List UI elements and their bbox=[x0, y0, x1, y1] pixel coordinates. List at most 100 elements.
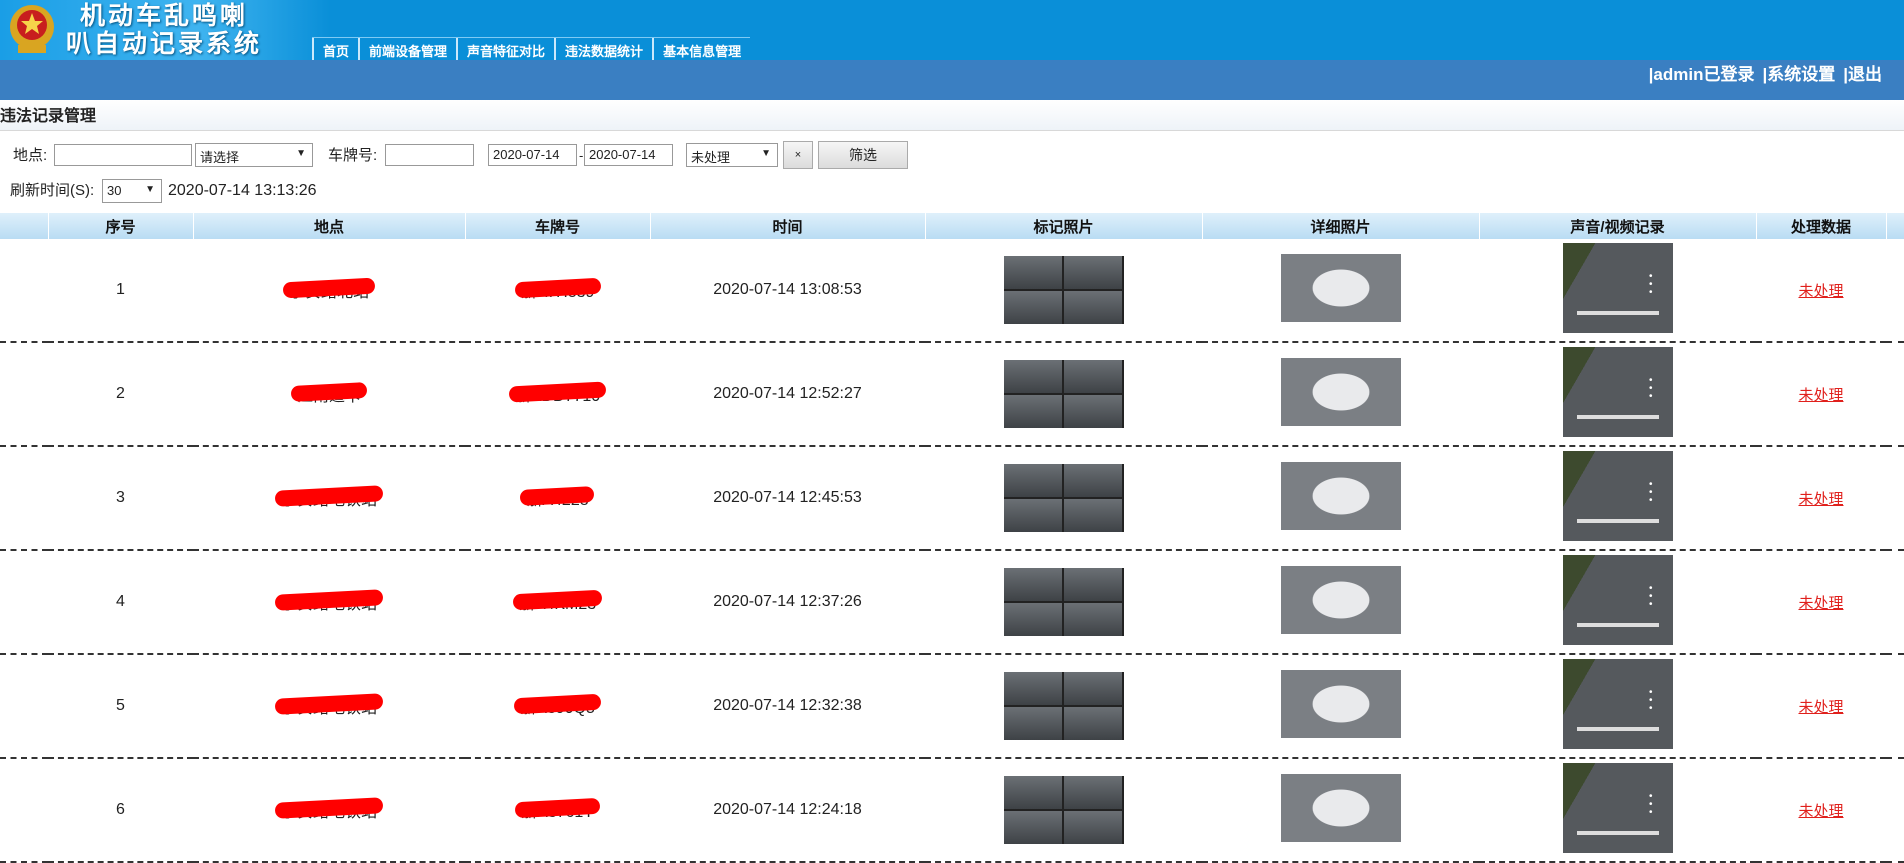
row-action-link[interactable]: 未处理 bbox=[1798, 595, 1843, 612]
more-icon: • • • bbox=[1648, 374, 1653, 402]
system-settings-link[interactable]: |系统设置 bbox=[1762, 60, 1835, 85]
row-detail-photo-cell bbox=[1202, 446, 1479, 551]
row-location: 宁安路地铁站 bbox=[281, 486, 377, 510]
nav-home[interactable]: 首页 bbox=[312, 38, 358, 60]
row-spacer bbox=[0, 446, 48, 551]
clear-button[interactable]: × bbox=[783, 141, 813, 169]
row-time: 2020-07-14 13:08:53 bbox=[650, 239, 925, 343]
row-no: 2 bbox=[48, 342, 193, 447]
row-action-link[interactable]: 未处理 bbox=[1798, 283, 1843, 300]
mark-photo-thumbnail[interactable] bbox=[1003, 256, 1124, 324]
row-no: 6 bbox=[48, 758, 193, 863]
row-location-cell: 宁安路地铁站 bbox=[193, 758, 465, 863]
more-icon: • • • bbox=[1648, 270, 1653, 298]
app-header: 机动车乱鸣喇 叭自动记录系统 首页 前端设备管理 声音特征对比 违法数据统计 基… bbox=[0, 0, 1904, 60]
row-spacer bbox=[0, 758, 48, 863]
row-end bbox=[1886, 654, 1904, 759]
mark-photo-thumbnail[interactable] bbox=[1003, 672, 1124, 740]
row-time: 2020-07-14 12:37:26 bbox=[650, 550, 925, 655]
detail-photo-thumbnail[interactable] bbox=[1280, 773, 1401, 842]
row-detail-photo-cell bbox=[1202, 342, 1479, 447]
date-to-input[interactable]: 2020-07-14 bbox=[584, 144, 673, 166]
row-location-cell: 宁安路北站 bbox=[193, 239, 465, 343]
nav-basic-info[interactable]: 基本信息管理 bbox=[652, 38, 750, 60]
row-plate-cell: 浙A4KM23 bbox=[465, 550, 650, 655]
row-action-link[interactable]: 未处理 bbox=[1798, 699, 1843, 716]
row-end bbox=[1886, 446, 1904, 551]
row-video-cell: • • • bbox=[1479, 239, 1756, 343]
video-progress-bar[interactable] bbox=[1576, 622, 1659, 627]
plate-input[interactable] bbox=[385, 144, 474, 166]
video-thumbnail[interactable]: • • • bbox=[1562, 346, 1673, 437]
header-plate: 车牌号 bbox=[465, 213, 651, 239]
video-thumbnail[interactable]: • • • bbox=[1562, 242, 1673, 333]
filter-button[interactable]: 筛选 bbox=[818, 141, 908, 169]
logout-link[interactable]: |退出 bbox=[1843, 60, 1882, 85]
row-end bbox=[1886, 239, 1904, 343]
row-action-cell: 未处理 bbox=[1756, 342, 1886, 447]
header-mark-photo: 标记照片 bbox=[925, 213, 1203, 239]
more-icon: • • • bbox=[1648, 582, 1653, 610]
row-mark-photo-cell bbox=[925, 446, 1202, 551]
video-progress-bar[interactable] bbox=[1576, 726, 1659, 731]
violation-table: 序号 地点 车牌号 时间 标记照片 详细照片 声音/视频记录 处理数据 1 宁安… bbox=[0, 213, 1904, 863]
mark-photo-thumbnail[interactable] bbox=[1003, 464, 1124, 532]
row-end bbox=[1886, 342, 1904, 447]
row-no: 5 bbox=[48, 654, 193, 759]
row-mark-photo-cell bbox=[925, 550, 1202, 655]
row-plate-cell: 浙A7H839 bbox=[465, 239, 650, 343]
row-action-link[interactable]: 未处理 bbox=[1798, 491, 1843, 508]
video-thumbnail[interactable]: • • • bbox=[1562, 658, 1673, 749]
row-plate: 浙A390Q5 bbox=[520, 694, 595, 718]
row-time: 2020-07-14 12:52:27 bbox=[650, 342, 925, 447]
refresh-select[interactable]: 30 ▼ bbox=[102, 179, 162, 203]
app-title-line1: 机动车乱鸣喇 bbox=[80, 2, 249, 30]
mark-photo-thumbnail[interactable] bbox=[1003, 360, 1124, 428]
row-video-cell: • • • bbox=[1479, 446, 1756, 551]
video-progress-bar[interactable] bbox=[1576, 414, 1659, 419]
detail-photo-thumbnail[interactable] bbox=[1280, 357, 1401, 426]
row-no: 3 bbox=[48, 446, 193, 551]
date-from-input[interactable]: 2020-07-14 bbox=[488, 144, 577, 166]
video-thumbnail[interactable]: • • • bbox=[1562, 450, 1673, 541]
status-select[interactable]: 未处理 ▼ bbox=[686, 143, 778, 167]
video-progress-bar[interactable] bbox=[1576, 310, 1659, 315]
video-progress-bar[interactable] bbox=[1576, 830, 1659, 835]
status-select-value: 未处理 bbox=[691, 150, 731, 165]
detail-photo-thumbnail[interactable] bbox=[1280, 253, 1401, 322]
location-select[interactable]: 请选择 ▼ bbox=[195, 143, 313, 167]
app-title: 机动车乱鸣喇 叭自动记录系统 bbox=[66, 2, 262, 58]
row-action-link[interactable]: 未处理 bbox=[1798, 387, 1843, 404]
location-label: 地点: bbox=[13, 147, 48, 164]
row-end bbox=[1886, 550, 1904, 655]
table-row: 3 宁安路地铁站 浙A4228 2020-07-14 12:45:53 • • • … bbox=[0, 446, 1904, 551]
row-action-cell: 未处理 bbox=[1756, 654, 1886, 759]
row-end bbox=[1886, 758, 1904, 863]
video-thumbnail[interactable]: • • • bbox=[1562, 762, 1673, 853]
row-detail-photo-cell bbox=[1202, 239, 1479, 343]
row-location: 宁安路地铁站 bbox=[281, 694, 377, 718]
header-location: 地点 bbox=[193, 213, 466, 239]
section-title: 违法记录管理 bbox=[0, 100, 1904, 131]
detail-photo-thumbnail[interactable] bbox=[1280, 461, 1401, 530]
table-row: 5 宁安路地铁站 浙A390Q5 2020-07-14 12:32:38 • • •… bbox=[0, 654, 1904, 759]
plate-label: 车牌号: bbox=[328, 147, 378, 164]
row-spacer bbox=[0, 239, 48, 343]
logged-in-user[interactable]: |admin已登录 bbox=[1649, 60, 1755, 85]
location-input[interactable] bbox=[54, 144, 192, 166]
header-action: 处理数据 bbox=[1756, 213, 1887, 239]
video-progress-bar[interactable] bbox=[1576, 518, 1659, 523]
row-action-link[interactable]: 未处理 bbox=[1798, 803, 1843, 820]
video-thumbnail[interactable]: • • • bbox=[1562, 554, 1673, 645]
nav-device-management[interactable]: 前端设备管理 bbox=[358, 38, 456, 60]
mark-photo-thumbnail[interactable] bbox=[1003, 568, 1124, 636]
detail-photo-thumbnail[interactable] bbox=[1280, 669, 1401, 738]
row-video-cell: • • • bbox=[1479, 758, 1756, 863]
row-mark-photo-cell bbox=[925, 654, 1202, 759]
mark-photo-thumbnail[interactable] bbox=[1003, 776, 1124, 844]
detail-photo-thumbnail[interactable] bbox=[1280, 565, 1401, 634]
nav-sound-compare[interactable]: 声音特征对比 bbox=[456, 38, 554, 60]
row-plate-cell: 浙ADD7710 bbox=[465, 342, 650, 447]
row-video-cell: • • • bbox=[1479, 342, 1756, 447]
nav-violation-stats[interactable]: 违法数据统计 bbox=[554, 38, 652, 60]
